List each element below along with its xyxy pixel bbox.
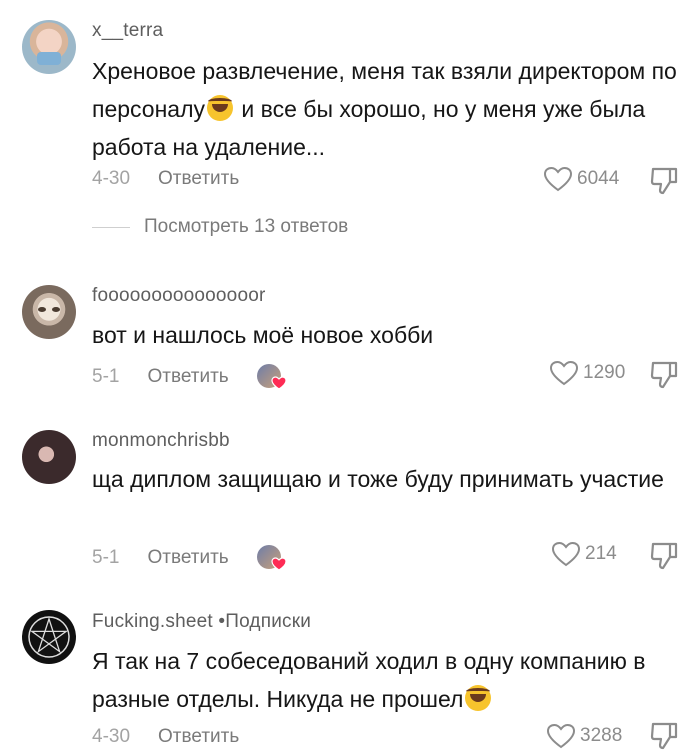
- comment-meta: 5-1 Ответить: [92, 362, 289, 392]
- view-replies-button[interactable]: Посмотреть 13 ответов: [92, 216, 348, 238]
- comment-text: вот и нашлось моё новое хобби: [92, 322, 434, 348]
- comment-text: ща диплом защищаю и тоже буду принимать …: [92, 466, 664, 492]
- heart-outline-icon: [546, 723, 576, 749]
- thumbs-down-icon[interactable]: [650, 166, 678, 196]
- like-button[interactable]: 6044: [543, 166, 619, 192]
- reply-button[interactable]: Ответить: [158, 726, 239, 748]
- like-button[interactable]: 3288: [546, 723, 622, 749]
- like-button[interactable]: 1290: [549, 360, 625, 386]
- like-button[interactable]: 214: [551, 541, 617, 567]
- laughing-tears-emoji-icon: [207, 95, 234, 121]
- reply-button[interactable]: Ответить: [147, 366, 228, 388]
- thumbs-down-icon[interactable]: [650, 541, 678, 571]
- laughing-tears-emoji-icon: [465, 685, 492, 711]
- username-text: Fucking.sheet: [92, 611, 213, 632]
- avatar[interactable]: [22, 285, 76, 339]
- comment-text: Я так на 7 собеседований ходил в одну ко…: [92, 648, 646, 712]
- pentagram-icon: [28, 616, 70, 658]
- comment-username[interactable]: monmonchrisbb: [92, 430, 230, 452]
- comment-date: 4-30: [92, 726, 131, 747]
- heart-outline-icon: [549, 360, 579, 386]
- like-count: 6044: [577, 168, 620, 189]
- divider-line: [92, 226, 130, 228]
- heart-outline-icon: [551, 541, 581, 567]
- creator-liked-avatar-icon: [255, 543, 289, 573]
- avatar[interactable]: [22, 20, 76, 74]
- comment-username[interactable]: x__terra: [92, 20, 163, 42]
- heart-outline-icon: [543, 166, 573, 192]
- avatar[interactable]: [22, 430, 76, 484]
- comment-username[interactable]: fooooooooooooooor: [92, 285, 266, 307]
- like-count: 3288: [580, 725, 623, 746]
- comment-date: 5-1: [92, 547, 120, 568]
- avatar[interactable]: [22, 610, 76, 664]
- following-tag: •Подписки: [212, 611, 312, 632]
- creator-liked-avatar-icon: [255, 362, 289, 392]
- thumbs-down-icon[interactable]: [650, 360, 678, 390]
- comment-meta: 4-30 Ответить: [92, 726, 239, 748]
- like-count: 214: [585, 543, 617, 564]
- thumbs-down-icon[interactable]: [650, 721, 678, 751]
- comment-text: Хреновое развлечение, меня так взяли дир…: [92, 58, 677, 160]
- comment-meta: 4-30 Ответить: [92, 168, 239, 190]
- comment-date: 5-1: [92, 366, 120, 387]
- view-replies-label: Посмотреть 13 ответов: [144, 216, 349, 237]
- like-count: 1290: [583, 362, 626, 383]
- comment-username[interactable]: Fucking.sheet •Подписки: [92, 611, 311, 633]
- comment-meta: 5-1 Ответить: [92, 543, 289, 573]
- comment-date: 4-30: [92, 168, 131, 189]
- reply-button[interactable]: Ответить: [147, 547, 228, 569]
- reply-button[interactable]: Ответить: [158, 168, 239, 190]
